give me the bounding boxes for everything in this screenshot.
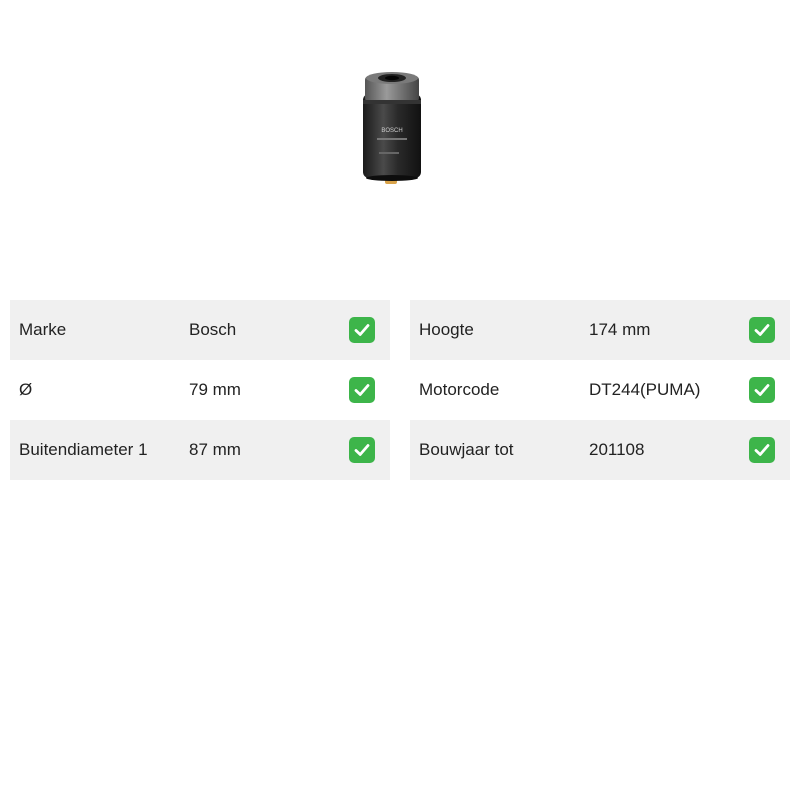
spec-label: Marke [19,320,67,339]
check-icon [749,437,775,463]
specs-table: Marke Bosch Ø 79 mm Buitendiameter 1 87 … [10,300,790,480]
spec-row-marke: Marke Bosch [10,300,390,360]
spec-row-diameter: Ø 79 mm [10,360,390,420]
spec-row-hoogte: Hoogte 174 mm [410,300,790,360]
check-icon [749,377,775,403]
spec-row-bouwjaar-tot: Bouwjaar tot 201108 [410,420,790,480]
specs-left-column: Marke Bosch Ø 79 mm Buitendiameter 1 87 … [10,300,390,480]
product-image: BOSCH [355,66,429,190]
product-specs-page: BOSCH Marke Bosch Ø 79 mm Buitendiameter… [0,0,800,800]
spec-value: Bosch [189,320,237,339]
filter-brand-text: BOSCH [381,128,402,134]
spec-label: Motorcode [419,380,500,399]
spec-row-motorcode: Motorcode DT244(PUMA) [410,360,790,420]
check-icon [749,317,775,343]
spec-value: DT244(PUMA) [589,380,701,399]
spec-value: 174 mm [589,320,651,339]
spec-row-buitendiameter: Buitendiameter 1 87 mm [10,420,390,480]
spec-value: 79 mm [189,380,241,399]
specs-right-column: Hoogte 174 mm Motorcode DT244(PUMA) Bouw… [410,300,790,480]
spec-label: Buitendiameter 1 [19,440,148,459]
fuel-filter-icon: BOSCH [363,72,421,184]
spec-label: Hoogte [419,320,474,339]
spec-value: 201108 [589,440,645,459]
spec-label: Ø [19,380,33,399]
check-icon [349,437,375,463]
spec-value: 87 mm [189,440,241,459]
check-icon [349,377,375,403]
spec-label: Bouwjaar tot [419,440,514,459]
check-icon [349,317,375,343]
